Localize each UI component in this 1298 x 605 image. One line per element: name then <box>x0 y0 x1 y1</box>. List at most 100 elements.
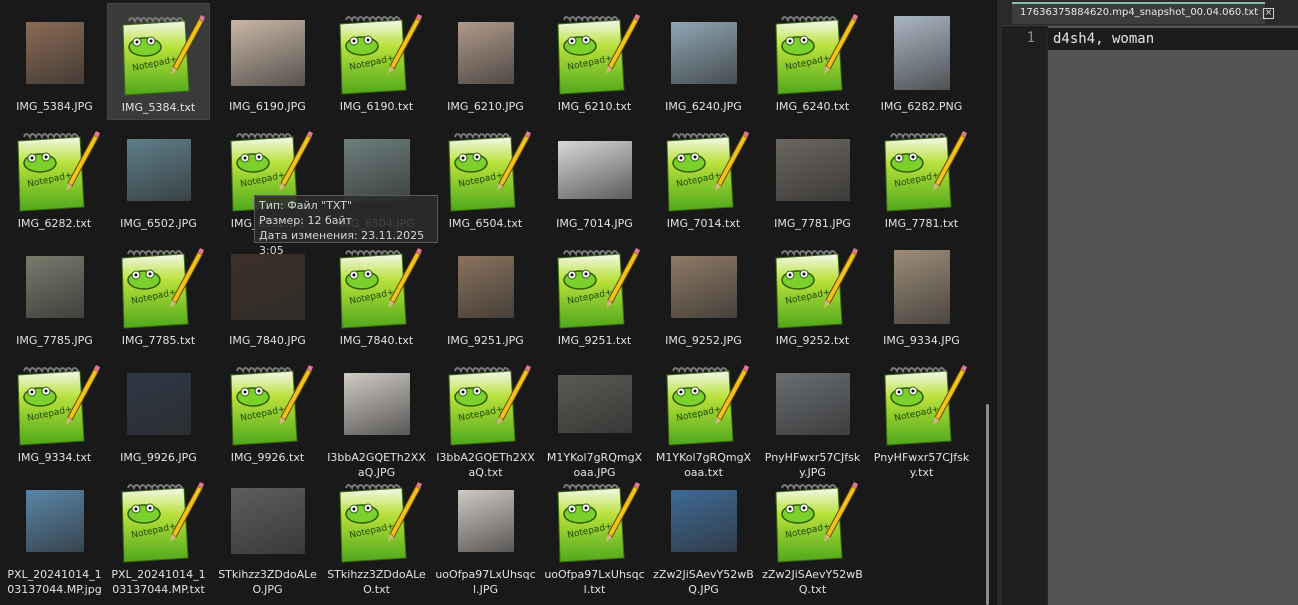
file-thumbnail[interactable]: Notepad++ <box>325 7 428 99</box>
editor-tab[interactable]: 17636375884620.mp4_snapshot_00.04.060.tx… <box>1012 2 1265 24</box>
file-item[interactable]: Notepad++ IMG_7781.txt <box>870 120 973 237</box>
file-item[interactable]: Notepad++ I3bbA2GQETh2XXaQ.txt <box>434 354 537 479</box>
file-item[interactable]: Notepad++ IMG_9251.txt <box>543 237 646 354</box>
file-name: IMG_5384.txt <box>121 101 196 114</box>
file-item[interactable]: IMG_7781.JPG <box>761 120 864 237</box>
file-thumbnail[interactable] <box>543 124 646 216</box>
file-item[interactable]: IMG_6240.JPG <box>652 3 755 120</box>
file-name: PnyHFwxr57CJfsky.txt <box>873 451 970 479</box>
file-thumbnail[interactable]: Notepad++ <box>870 124 973 216</box>
file-thumbnail[interactable] <box>652 7 755 99</box>
file-item[interactable]: IMG_6282.PNG <box>870 3 973 120</box>
file-item[interactable]: IMG_9926.JPG <box>107 354 210 471</box>
file-item[interactable]: PXL_20241014_103137044.MP.jpg <box>3 471 106 596</box>
file-item[interactable]: Notepad++ zZw2JiSAevY52wBQ.txt <box>761 471 864 596</box>
file-item[interactable]: Notepad++ PXL_20241014_103137044.MP.txt <box>107 471 210 596</box>
file-item[interactable]: zZw2JiSAevY52wBQ.JPG <box>652 471 755 596</box>
file-item[interactable]: Notepad++ PnyHFwxr57CJfsky.txt <box>870 354 973 479</box>
file-tooltip: Тип: Файл "TXT" Размер: 12 байт Дата изм… <box>254 195 438 257</box>
file-item[interactable]: IMG_9251.JPG <box>434 237 537 354</box>
file-item[interactable]: Notepad++ IMG_6282.txt <box>3 120 106 237</box>
file-item[interactable]: Notepad++ STkihzz3ZDdoALeO.txt <box>325 471 428 596</box>
file-item[interactable]: IMG_6210.JPG <box>434 3 537 120</box>
file-item[interactable]: Notepad++ IMG_9334.txt <box>3 354 106 471</box>
file-item[interactable]: STkihzz3ZDdoALeO.JPG <box>216 471 319 596</box>
file-item[interactable]: Notepad++ IMG_5384.txt <box>107 3 210 120</box>
tab-close-icon[interactable]: × <box>1263 8 1274 19</box>
file-thumbnail[interactable] <box>107 124 210 216</box>
file-thumbnail[interactable]: Notepad++ <box>652 124 755 216</box>
file-name: IMG_5384.JPG <box>16 100 93 113</box>
file-name: IMG_6282.txt <box>17 217 92 230</box>
file-item[interactable]: IMG_7014.JPG <box>543 120 646 237</box>
file-thumbnail[interactable]: Notepad++ <box>107 241 210 333</box>
file-item[interactable]: I3bbA2GQETh2XXaQ.JPG <box>325 354 428 479</box>
file-item[interactable]: IMG_5384.JPG <box>3 3 106 120</box>
file-item[interactable]: Notepad++ IMG_6240.txt <box>761 3 864 120</box>
file-item[interactable]: PnyHFwxr57CJfsky.JPG <box>761 354 864 479</box>
file-thumbnail[interactable] <box>434 7 537 99</box>
file-item[interactable]: Notepad++ IMG_6504.txt <box>434 120 537 237</box>
file-thumbnail[interactable] <box>3 241 106 333</box>
file-item[interactable]: Notepad++ IMG_6190.txt <box>325 3 428 120</box>
file-thumbnail[interactable]: Notepad++ <box>761 475 864 567</box>
scrollbar-thumb[interactable] <box>986 404 989 605</box>
file-item[interactable]: Notepad++ IMG_7014.txt <box>652 120 755 237</box>
file-item[interactable]: IMG_6502.JPG <box>107 120 210 237</box>
file-thumbnail[interactable]: Notepad++ <box>870 358 973 450</box>
file-item[interactable]: Notepad++ IMG_9252.txt <box>761 237 864 354</box>
editor-text-area[interactable]: d4sh4, woman <box>1048 26 1298 605</box>
file-thumbnail[interactable] <box>216 475 319 567</box>
file-thumbnail[interactable]: Notepad++ <box>434 358 537 450</box>
file-thumbnail[interactable] <box>761 358 864 450</box>
file-thumbnail[interactable] <box>652 475 755 567</box>
file-thumbnail[interactable] <box>107 358 210 450</box>
file-name: IMG_9334.txt <box>17 451 92 464</box>
file-item[interactable]: Notepad++ IMG_9926.txt <box>216 354 319 471</box>
file-item[interactable]: M1YKol7gRQmgXoaa.JPG <box>543 354 646 479</box>
notepad-plus-plus-icon: Notepad++ <box>16 131 100 212</box>
file-item[interactable]: IMG_9334.JPG <box>870 237 973 354</box>
file-thumbnail[interactable] <box>652 241 755 333</box>
tooltip-type: Тип: Файл "TXT" <box>259 199 353 212</box>
file-item[interactable]: Notepad++ M1YKol7gRQmgXoaa.txt <box>652 354 755 479</box>
photo-thumbnail <box>343 373 410 435</box>
file-thumbnail[interactable] <box>870 241 973 333</box>
file-thumbnail[interactable]: Notepad++ <box>543 7 646 99</box>
file-thumbnail[interactable]: Notepad++ <box>3 124 106 216</box>
file-thumbnail[interactable] <box>870 7 973 99</box>
file-item[interactable]: Notepad++ uoOfpa97LxUhsqcl.txt <box>543 471 646 596</box>
file-thumbnail[interactable]: Notepad++ <box>108 8 211 100</box>
file-item[interactable]: IMG_9252.JPG <box>652 237 755 354</box>
file-item[interactable]: uoOfpa97LxUhsqcl.JPG <box>434 471 537 596</box>
editor-line-text[interactable]: d4sh4, woman <box>1053 31 1154 47</box>
file-thumbnail[interactable]: Notepad++ <box>3 358 106 450</box>
file-thumbnail[interactable]: Notepad++ <box>434 124 537 216</box>
file-item[interactable]: Notepad++ IMG_6210.txt <box>543 3 646 120</box>
file-thumbnail[interactable]: Notepad++ <box>543 475 646 567</box>
file-thumbnail[interactable]: Notepad++ <box>543 241 646 333</box>
file-thumbnail[interactable]: Notepad++ <box>761 7 864 99</box>
file-name: zZw2JiSAevY52wBQ.JPG <box>653 568 754 596</box>
photo-thumbnail <box>775 373 850 435</box>
file-thumbnail[interactable] <box>434 241 537 333</box>
text-editor: 17636375884620.mp4_snapshot_00.04.060.tx… <box>1002 0 1298 605</box>
file-thumbnail[interactable]: Notepad++ <box>325 475 428 567</box>
file-thumbnail[interactable] <box>434 475 537 567</box>
file-thumbnail[interactable]: Notepad++ <box>107 475 210 567</box>
file-thumbnail[interactable] <box>3 7 106 99</box>
file-thumbnail[interactable] <box>543 358 646 450</box>
file-item[interactable]: IMG_7785.JPG <box>3 237 106 354</box>
file-thumbnail[interactable] <box>216 7 319 99</box>
photo-thumbnail <box>230 488 305 554</box>
file-thumbnail[interactable] <box>3 475 106 567</box>
file-name: STkihzz3ZDdoALeO.txt <box>327 568 426 596</box>
file-thumbnail[interactable]: Notepad++ <box>652 358 755 450</box>
file-thumbnail[interactable]: Notepad++ <box>761 241 864 333</box>
file-item[interactable]: Notepad++ IMG_7785.txt <box>107 237 210 354</box>
file-thumbnail[interactable] <box>761 124 864 216</box>
file-item[interactable]: IMG_6190.JPG <box>216 3 319 120</box>
file-thumbnail[interactable]: Notepad++ <box>216 358 319 450</box>
photo-thumbnail <box>25 490 84 552</box>
file-thumbnail[interactable] <box>325 358 428 450</box>
